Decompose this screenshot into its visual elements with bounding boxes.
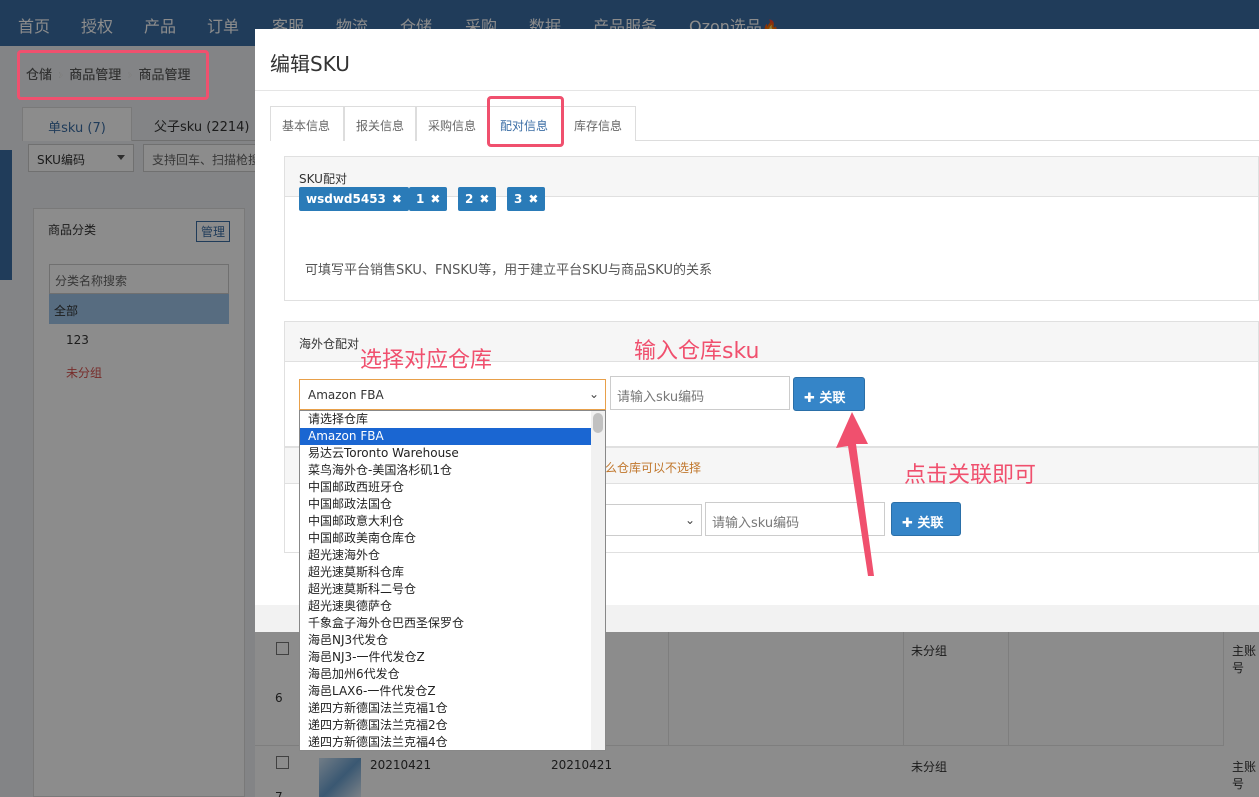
dropdown-option[interactable]: 海邑加州6代发仓 <box>300 666 592 683</box>
associate-label: 关联 <box>917 516 944 531</box>
close-icon[interactable]: ✖ <box>528 192 538 206</box>
annotation-select-warehouse: 选择对应仓库 <box>360 348 493 373</box>
dropdown-option[interactable]: 递四方新德国法兰克福1仓 <box>300 700 592 717</box>
sku-tag: wsdwd5453 ✖ <box>299 187 409 211</box>
sku-tag: 2 ✖ <box>458 187 497 211</box>
dropdown-option[interactable]: Amazon FBA <box>300 428 592 445</box>
warehouse-select-2[interactable]: ⌄ <box>600 504 702 536</box>
chevron-down-icon: ⌄ <box>588 387 599 401</box>
dropdown-option[interactable]: 海邑NJ3-一件代发仓Z <box>300 649 592 666</box>
sku-pairing-hint: 可填写平台销售SKU、FNSKU等，用于建立平台SKU与商品SKU的关系 <box>305 263 712 278</box>
tab-inventory-info[interactable]: 库存信息 <box>562 106 636 141</box>
breadcrumb-item: 商品管理 <box>138 68 191 83</box>
sku-tag-label: 1 <box>416 192 425 206</box>
tab-basic-info[interactable]: 基本信息 <box>270 106 344 141</box>
tab-highlight-box <box>487 96 564 147</box>
tab-purchase-info[interactable]: 采购信息 <box>416 106 488 141</box>
associate-button[interactable]: ✚ 关联 <box>793 377 865 411</box>
dropdown-option[interactable]: 请选择仓库 <box>300 411 592 428</box>
dropdown-option[interactable]: 易达云Toronto Warehouse <box>300 445 592 462</box>
dropdown-option[interactable]: 中国邮政西班牙仓 <box>300 479 592 496</box>
dropdown-option[interactable]: 递四方新德国法兰克福4仓 <box>300 734 592 750</box>
close-icon[interactable]: ✖ <box>392 192 402 206</box>
dropdown-option[interactable]: 递四方新德国法兰克福2仓 <box>300 717 592 734</box>
sku-pairing-panel: SKU配对 <box>284 156 1259 301</box>
annotation-enter-sku: 输入仓库sku <box>634 339 760 364</box>
divider <box>255 90 1259 91</box>
tab-customs-info[interactable]: 报关信息 <box>344 106 416 141</box>
annotation-click-associate: 点击关联即可 <box>904 463 1037 488</box>
warehouse-select[interactable]: Amazon FBA ⌄ <box>299 379 606 410</box>
warehouse-sku-input[interactable]: 请输入sku编码 <box>610 376 790 410</box>
dropdown-option[interactable]: 中国邮政法国仓 <box>300 496 592 513</box>
sku-tag: 1 ✖ <box>409 187 448 211</box>
warehouse-select-value: Amazon FBA <box>308 388 384 402</box>
breadcrumb-item[interactable]: 仓储 <box>26 68 52 83</box>
scrollbar-thumb[interactable] <box>593 413 603 433</box>
scrollbar[interactable] <box>591 411 605 750</box>
dropdown-option[interactable]: 超光速莫斯科仓库 <box>300 564 592 581</box>
sku-tag-label: wsdwd5453 <box>306 192 386 206</box>
dropdown-option[interactable]: 超光速莫斯科二号仓 <box>300 581 592 598</box>
sku-tag: 3 ✖ <box>507 187 546 211</box>
close-icon[interactable]: ✖ <box>430 192 440 206</box>
chevron-right-icon: › <box>127 68 133 83</box>
dropdown-options: 请选择仓库 Amazon FBA 易达云Toronto Warehouse 菜鸟海外仓… <box>300 411 605 750</box>
associate-label: 关联 <box>819 391 846 406</box>
sku-tag-label: 2 <box>465 192 474 206</box>
dropdown-option[interactable]: 海邑LAX6-一件代发仓Z <box>300 683 592 700</box>
chevron-right-icon: › <box>58 68 64 83</box>
modal-title: 编辑SKU <box>270 52 350 76</box>
dropdown-option[interactable]: 千象盒子海外仓巴西圣保罗仓 <box>300 615 592 632</box>
associate-button-2[interactable]: ✚ 关联 <box>891 502 961 536</box>
dropdown-option[interactable]: 超光速海外仓 <box>300 547 592 564</box>
dropdown-option[interactable]: 海邑NJ3代发仓 <box>300 632 592 649</box>
sku-tag-label: 3 <box>514 192 523 206</box>
dropdown-option[interactable]: 中国邮政美南仓库仓 <box>300 530 592 547</box>
plus-icon: ✚ <box>804 391 820 406</box>
warehouse-dropdown-list[interactable]: 请选择仓库 Amazon FBA 易达云Toronto Warehouse 菜鸟海外仓… <box>299 410 606 751</box>
arrow-icon <box>836 412 874 576</box>
modal-tabs: 基本信息 报关信息 采购信息 配对信息 库存信息 <box>270 106 1259 141</box>
plus-icon: ✚ <box>902 516 918 531</box>
dropdown-option[interactable]: 菜鸟海外仓-美国洛杉矶1仓 <box>300 462 592 479</box>
breadcrumb-item[interactable]: 商品管理 <box>69 68 121 83</box>
dropdown-option[interactable]: 超光速奥德萨仓 <box>300 598 592 615</box>
breadcrumb-highlighted: 仓储 › 商品管理 › 商品管理 <box>26 64 190 83</box>
optional-warehouse-note: 么仓库可以不选择 <box>605 461 702 475</box>
dropdown-option[interactable]: 中国邮政意大利仓 <box>300 513 592 530</box>
chevron-down-icon: ⌄ <box>684 513 695 527</box>
close-icon[interactable]: ✖ <box>479 192 489 206</box>
